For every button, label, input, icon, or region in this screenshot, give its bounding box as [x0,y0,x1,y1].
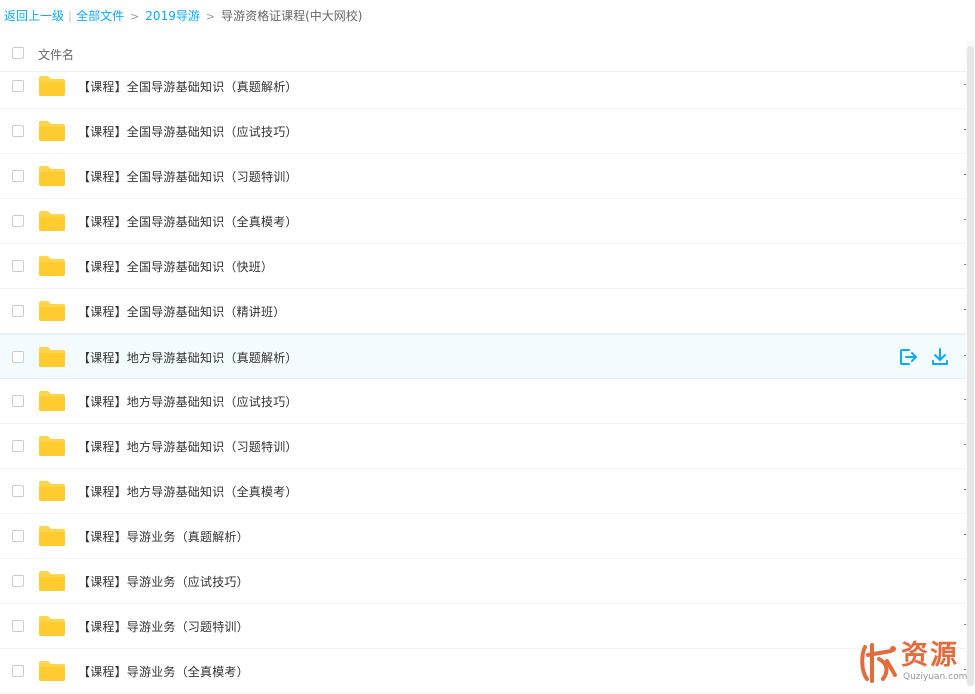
folder-icon [39,211,65,231]
row-checkbox[interactable] [12,620,24,632]
file-row[interactable]: 【课程】导游业务（真题解析）- [0,514,975,559]
row-checkbox[interactable] [12,395,24,407]
folder-icon [39,616,65,636]
watermark: 资源 Quziyuan.com [855,640,975,687]
file-row[interactable]: 【课程】全国导游基础知识（应试技巧）- [0,109,975,154]
file-name[interactable]: 【课程】地方导游基础知识（习题特训） [78,438,298,455]
filename-column-header[interactable]: 文件名 [38,46,74,63]
scrollbar-thumb[interactable] [967,46,974,686]
row-checkbox[interactable] [12,305,24,317]
breadcrumb: 返回上一级 | 全部文件 >2019导游 > 导游资格证课程(中大网校) [4,7,362,25]
row-checkbox[interactable] [12,125,24,137]
back-link[interactable]: 返回上一级 [4,9,64,23]
row-checkbox[interactable] [12,260,24,272]
folder-icon [39,121,65,141]
file-row[interactable]: 【课程】全国导游基础知识（真题解析）- [0,64,975,109]
file-row[interactable]: 【课程】导游业务（习题特训）- [0,604,975,649]
file-row[interactable]: 【课程】地方导游基础知识（应试技巧）- [0,379,975,424]
file-name[interactable]: 【课程】全国导游基础知识（应试技巧） [78,123,298,140]
folder-icon [39,166,65,186]
file-row[interactable]: 【课程】全国导游基础知识（习题特训）- [0,154,975,199]
file-list: 【课程】全国导游基础知识（真题解析）-【课程】全国导游基础知识（应试技巧）-【课… [0,64,975,694]
row-checkbox[interactable] [12,170,24,182]
file-name[interactable]: 【课程】地方导游基础知识（应试技巧） [78,393,298,410]
folder-icon [39,526,65,546]
folder-icon [39,481,65,501]
row-checkbox[interactable] [12,485,24,497]
all-files-link[interactable]: 全部文件 [76,9,124,23]
file-row[interactable]: 【课程】地方导游基础知识（全真模考）- [0,469,975,514]
row-checkbox[interactable] [12,80,24,92]
row-checkbox[interactable] [12,440,24,452]
file-name[interactable]: 【课程】导游业务（习题特训） [78,618,249,635]
row-checkbox[interactable] [12,665,24,677]
share-icon[interactable] [898,347,918,367]
folder-icon [39,301,65,321]
watermark-text: 资源 [901,640,959,671]
folder-icon [39,347,65,367]
file-name[interactable]: 【课程】全国导游基础知识（快班） [78,258,273,275]
select-all-checkbox[interactable] [12,47,24,59]
file-name[interactable]: 【课程】导游业务（全真模考） [78,663,249,680]
file-row[interactable]: 【课程】全国导游基础知识（全真模考）- [0,199,975,244]
folder-icon [39,436,65,456]
row-checkbox[interactable] [12,215,24,227]
file-row[interactable]: 【课程】全国导游基础知识（精讲班）- [0,289,975,334]
breadcrumb-current: 导游资格证课程(中大网校) [221,9,363,23]
row-checkbox[interactable] [12,575,24,587]
breadcrumb-separator: > [130,10,140,23]
folder-icon [39,391,65,411]
file-row[interactable]: 【课程】导游业务（全真模考）- [0,649,975,694]
file-row[interactable]: 【课程】地方导游基础知识（真题解析）- [0,334,975,379]
file-name[interactable]: 【课程】地方导游基础知识（真题解析） [78,349,298,366]
file-name[interactable]: 【课程】全国导游基础知识（全真模考） [78,213,298,230]
row-checkbox[interactable] [12,351,24,363]
breadcrumb-separator: > [205,10,216,23]
watermark-url: Quziyuan.com [903,672,968,682]
file-name[interactable]: 【课程】全国导游基础知识（真题解析） [78,78,298,95]
folder-icon [39,661,65,681]
folder-icon [39,571,65,591]
file-row[interactable]: 【课程】全国导游基础知识（快班）- [0,244,975,289]
row-checkbox[interactable] [12,530,24,542]
file-row[interactable]: 【课程】地方导游基础知识（习题特训）- [0,424,975,469]
folder-icon [39,76,65,96]
breadcrumb-divider: | [68,9,73,23]
file-name[interactable]: 【课程】全国导游基础知识（习题特训） [78,168,298,185]
breadcrumb-folder-link[interactable]: 2019导游 [145,9,200,23]
file-name[interactable]: 【课程】地方导游基础知识（全真模考） [78,483,298,500]
file-name[interactable]: 【课程】导游业务（应试技巧） [78,573,249,590]
watermark-logo-icon [860,643,897,683]
file-name[interactable]: 【课程】全国导游基础知识（精讲班） [78,303,285,320]
file-row[interactable]: 【课程】导游业务（应试技巧）- [0,559,975,604]
download-icon[interactable] [930,347,950,367]
folder-icon [39,256,65,276]
file-name[interactable]: 【课程】导游业务（真题解析） [78,528,249,545]
scrollbar[interactable] [966,40,975,687]
